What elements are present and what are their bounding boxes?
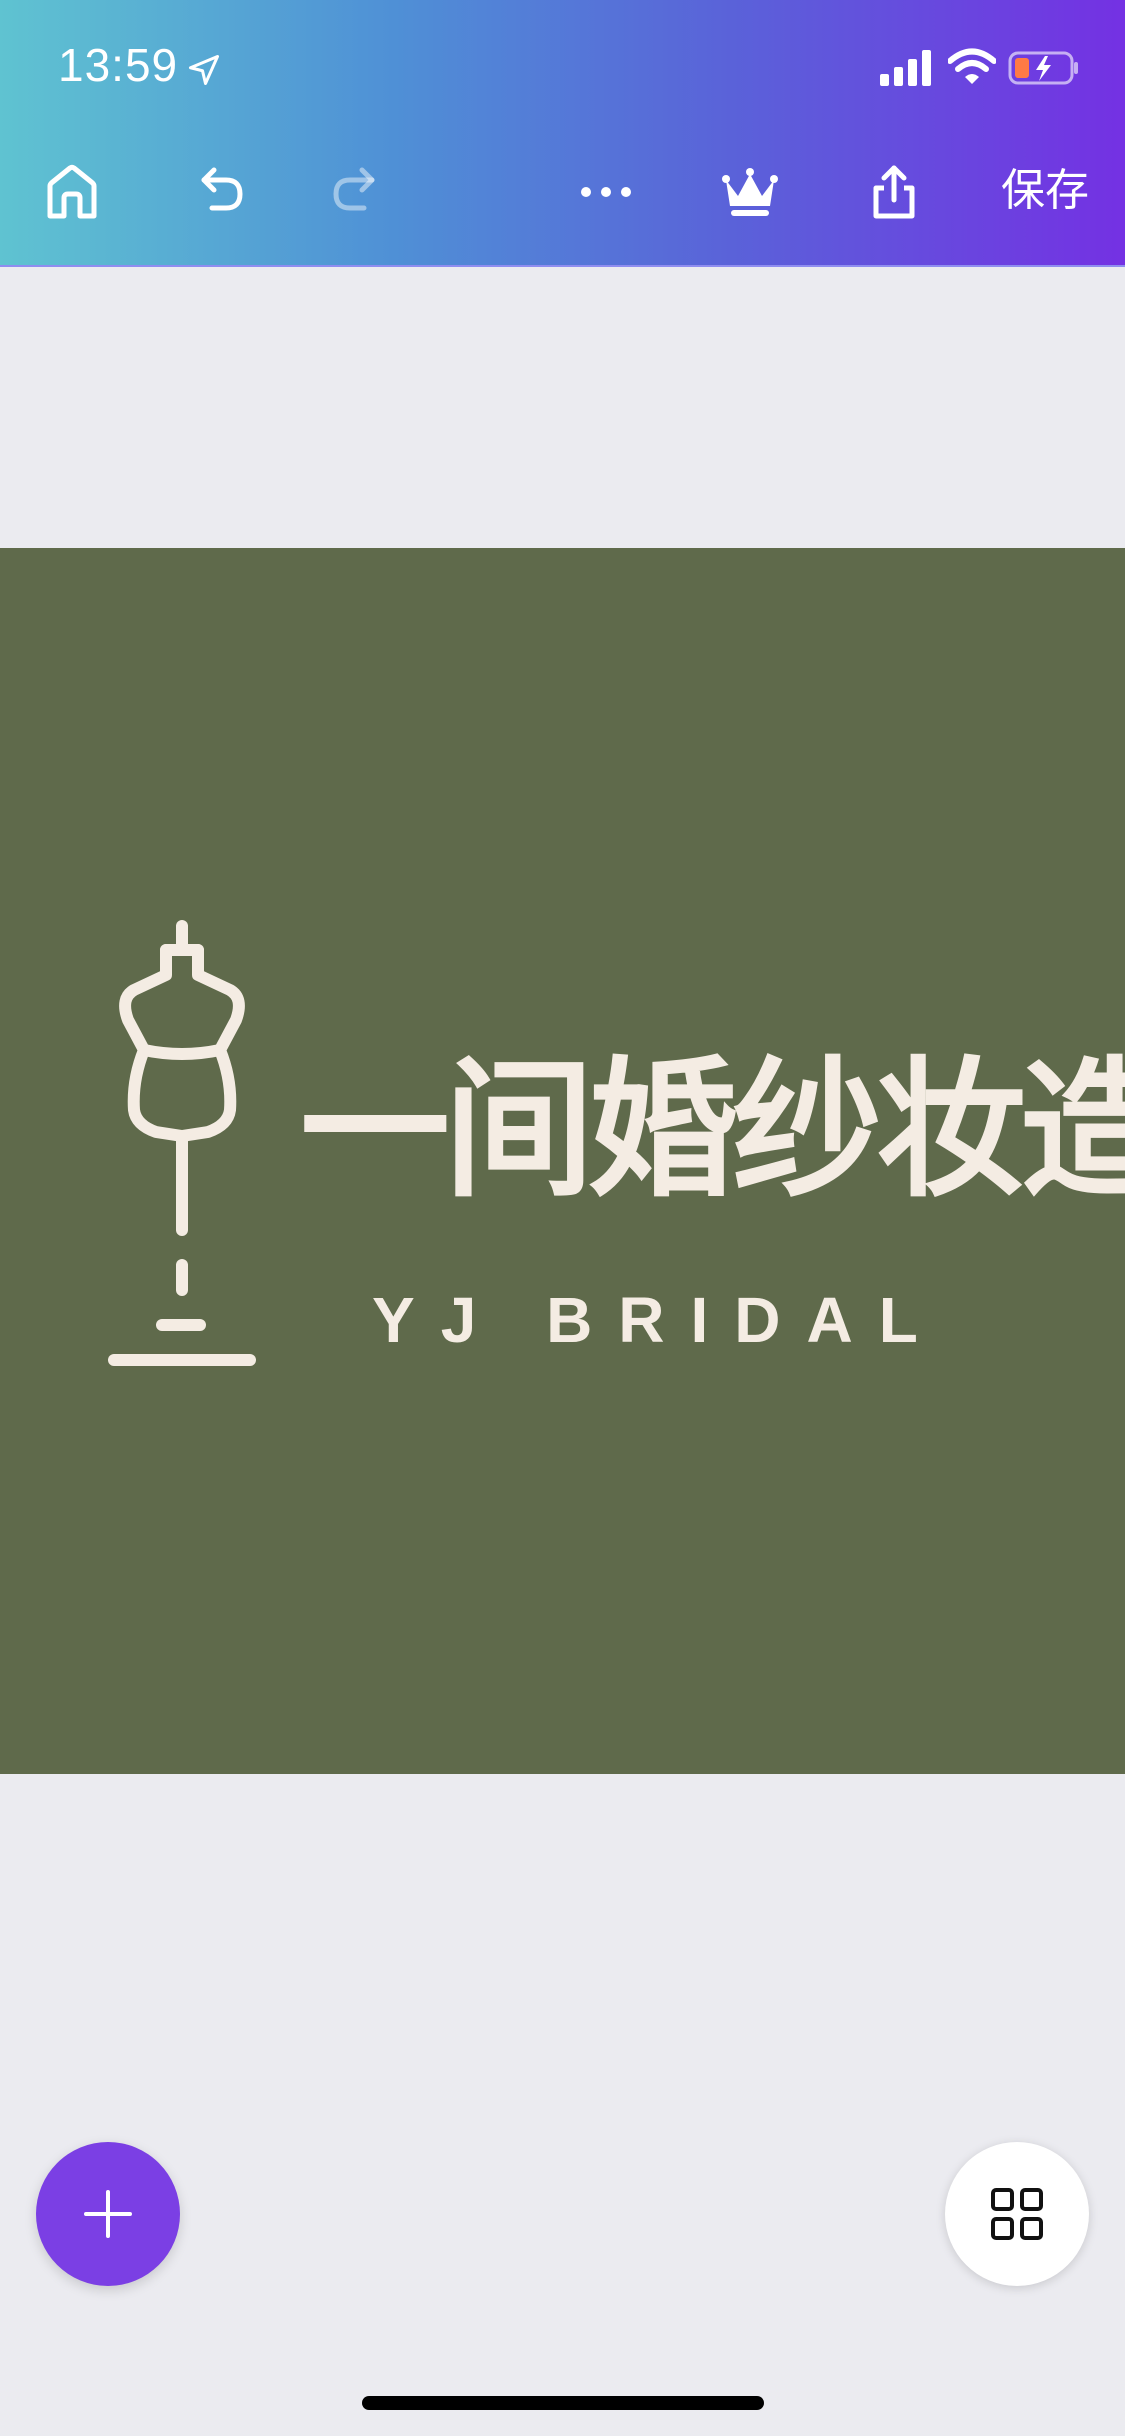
logo-title-english: YJ BRIDAL	[372, 1284, 944, 1356]
crown-icon	[722, 168, 778, 216]
add-element-button[interactable]	[36, 2142, 180, 2286]
cellular-signal-icon	[880, 50, 931, 86]
grid-icon	[991, 2188, 1043, 2240]
logo-title-chinese: 一间婚纱妆造	[300, 1044, 1125, 1218]
home-icon	[47, 164, 97, 219]
location-arrow-icon	[189, 55, 219, 85]
dress-form-icon	[108, 920, 256, 1366]
redo-button[interactable]	[320, 154, 396, 230]
more-options-button[interactable]	[568, 154, 644, 230]
save-button[interactable]: 保存	[990, 156, 1100, 226]
home-indicator[interactable]	[362, 2396, 764, 2410]
undo-icon	[201, 167, 243, 211]
share-button[interactable]	[856, 154, 932, 230]
undo-button[interactable]	[180, 154, 256, 230]
battery-charging-icon	[1008, 51, 1078, 85]
home-button[interactable]	[34, 154, 110, 230]
pages-grid-button[interactable]	[945, 2142, 1089, 2286]
plus-icon	[84, 2190, 132, 2238]
share-icon	[873, 165, 915, 219]
redo-icon	[333, 167, 375, 211]
wifi-icon	[948, 48, 996, 84]
editor-header: 13:59 保存	[0, 0, 1125, 267]
status-time: 13:59	[58, 39, 179, 91]
premium-button[interactable]	[712, 154, 788, 230]
more-icon	[581, 187, 631, 197]
